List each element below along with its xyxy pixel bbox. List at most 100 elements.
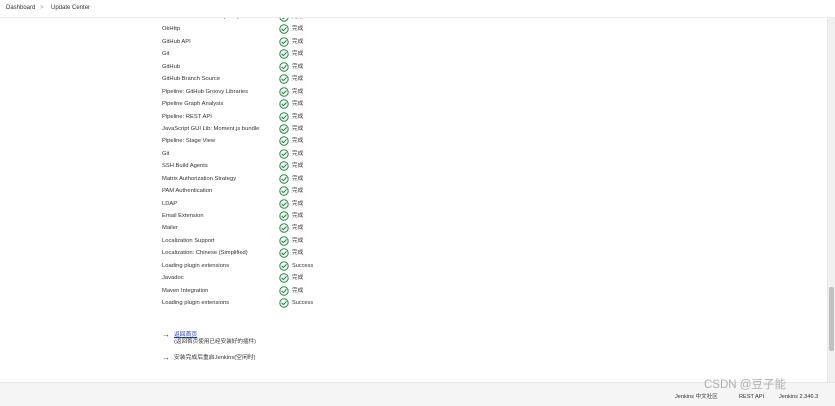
plugin-name: SSH Build Agents — [162, 163, 208, 170]
plugin-name: Git — [162, 51, 170, 58]
plugin-name: Email Extension — [162, 213, 204, 219]
plugin-name: Javadoc — [162, 275, 184, 282]
plugin-row: Matrix Authorization Strategy 完成 — [162, 173, 382, 185]
plugin-row: Maven Integration 完成 — [162, 285, 382, 297]
plugin-row: GitHub Branch Source 完成 — [162, 73, 382, 85]
check-circle-icon — [279, 49, 289, 60]
plugin-row: Pipeline: GitHub Groovy Libraries 完成 — [162, 86, 382, 98]
plugin-row: Pipeline Graph Analysis 完成 — [162, 98, 382, 110]
check-circle-icon — [279, 236, 289, 246]
plugin-row: Mailer 完成 — [162, 222, 382, 234]
check-circle-icon — [279, 223, 289, 234]
plugin-row: Loading plugin extensions Success — [162, 297, 382, 309]
check-circle-icon — [279, 211, 289, 221]
check-circle-icon — [279, 186, 289, 196]
plugin-status: 完成 — [292, 125, 304, 132]
plugin-name: GitHub — [162, 63, 181, 70]
check-circle-icon — [279, 99, 289, 109]
plugin-row: Pipeline: Stage View 完成 — [162, 135, 382, 147]
plugin-name: GitHub Branch Source — [162, 76, 220, 83]
plugin-name: PAM Authentication — [162, 188, 213, 195]
plugin-status: 完成 — [292, 250, 304, 257]
restart-after-install-link[interactable]: 安装完成后重启Jenkins(空闲时) — [174, 354, 256, 362]
plugin-name: Pipeline: GitHub Groovy Libraries — [162, 88, 249, 95]
plugin-name: Localization Support — [162, 237, 215, 244]
plugin-name: Matrix Authorization Strategy — [162, 175, 237, 182]
check-circle-icon — [279, 24, 289, 35]
plugin-row: Git 完成 — [162, 48, 382, 60]
plugin-row: JavaScript GUI Lib: Moment.js bundle 完成 — [162, 123, 382, 135]
check-circle-icon — [279, 261, 289, 271]
check-circle-icon — [279, 62, 289, 72]
plugin-status: 完成 — [292, 287, 304, 294]
plugin-name: Pipeline: Stage View — [162, 138, 216, 145]
plugin-row: Pipeline: REST API 完成 — [162, 111, 382, 123]
back-home-description: (返回首页使用已经安装好的插件) — [174, 339, 257, 345]
scrollbar-thumb[interactable] — [829, 287, 834, 351]
plugin-status: 完成 — [292, 213, 304, 219]
plugin-status: 完成 — [292, 175, 304, 182]
scrollbar[interactable] — [827, 17, 835, 382]
plugin-row: Javadoc 完成 — [162, 272, 382, 284]
plugin-status: 完成 — [292, 76, 304, 83]
footer-community-link[interactable]: Jenkins 中文社区 — [675, 393, 718, 401]
plugin-status: 完成 — [292, 188, 304, 195]
plugin-status: 完成 — [292, 138, 304, 145]
check-circle-icon — [279, 111, 289, 122]
plugin-status: 完成 — [292, 150, 304, 157]
plugin-row: Localization Support 完成 — [162, 235, 382, 247]
plugin-status: 完成 — [292, 200, 304, 207]
plugin-status: 完成 — [292, 101, 304, 108]
plugin-row: LDAP 完成 — [162, 198, 382, 210]
plugin-row: GitHub 完成 — [162, 61, 382, 73]
footer-rest-api-link[interactable]: REST API — [739, 393, 764, 401]
plugin-name: Git — [162, 150, 170, 157]
plugin-row: Localization: Chinese (Simplified) 完成 — [162, 247, 382, 259]
arrow-right-icon: → — [162, 353, 170, 362]
plugin-row: Loading plugin extensions Success — [162, 260, 382, 272]
footer-version[interactable]: Jenkins 2.346.3 — [779, 393, 818, 401]
plugin-name: Pipeline: REST API — [162, 113, 212, 120]
plugin-row: Email Extension 完成 — [162, 210, 382, 222]
plugin-row: SSH Build Agents 完成 — [162, 160, 382, 172]
breadcrumb-dashboard[interactable]: Dashboard — [6, 4, 35, 12]
plugin-status: 完成 — [292, 51, 304, 58]
plugin-status: 完成 — [292, 225, 304, 232]
breadcrumb: Dashboard > Update Center — [0, 0, 835, 18]
plugin-row: Git 完成 — [162, 148, 382, 160]
check-circle-icon — [279, 149, 289, 159]
plugin-name: Mailer — [162, 225, 178, 232]
plugin-status: Success — [292, 262, 314, 269]
plugin-row: PAM Authentication 完成 — [162, 185, 382, 197]
check-circle-icon — [279, 298, 289, 308]
plugin-name: Loading plugin extensions — [162, 300, 230, 307]
plugin-status: 完成 — [292, 113, 304, 120]
plugin-name: Maven Integration — [162, 287, 209, 294]
csdn-watermark: CSDN @豆子能 — [704, 379, 786, 391]
plugin-name: Pipeline Graph Analysis — [162, 101, 224, 108]
breadcrumb-update-center[interactable]: Update Center — [51, 4, 90, 12]
plugin-name: Loading plugin extensions — [162, 262, 230, 269]
plugin-status: 完成 — [292, 88, 304, 95]
plugin-status: 完成 — [292, 63, 304, 70]
plugin-status: 完成 — [292, 38, 304, 45]
check-circle-icon — [279, 74, 289, 84]
plugin-name: LDAP — [162, 200, 178, 207]
check-circle-icon — [279, 136, 289, 147]
plugin-name: Localization: Chinese (Simplified) — [162, 250, 248, 257]
plugin-install-list: Java JSON Web Token (JWT)完成OkHttp完成GitHu… — [162, 11, 382, 310]
plugin-name: GitHub API — [162, 38, 191, 45]
check-circle-icon — [279, 198, 289, 209]
plugin-status: Success — [292, 300, 314, 307]
check-circle-icon — [279, 37, 289, 47]
breadcrumb-separator: > — [40, 5, 44, 11]
check-circle-icon — [279, 86, 289, 97]
check-circle-icon — [279, 285, 289, 296]
check-circle-icon — [279, 173, 289, 184]
plugin-row: OkHttp 完成 — [162, 23, 382, 35]
plugin-row: GitHub API 完成 — [162, 36, 382, 48]
plugin-name: JavaScript GUI Lib: Moment.js bundle — [162, 125, 260, 132]
plugin-status: 完成 — [292, 26, 304, 33]
check-circle-icon — [279, 273, 289, 283]
check-circle-icon — [279, 248, 289, 259]
